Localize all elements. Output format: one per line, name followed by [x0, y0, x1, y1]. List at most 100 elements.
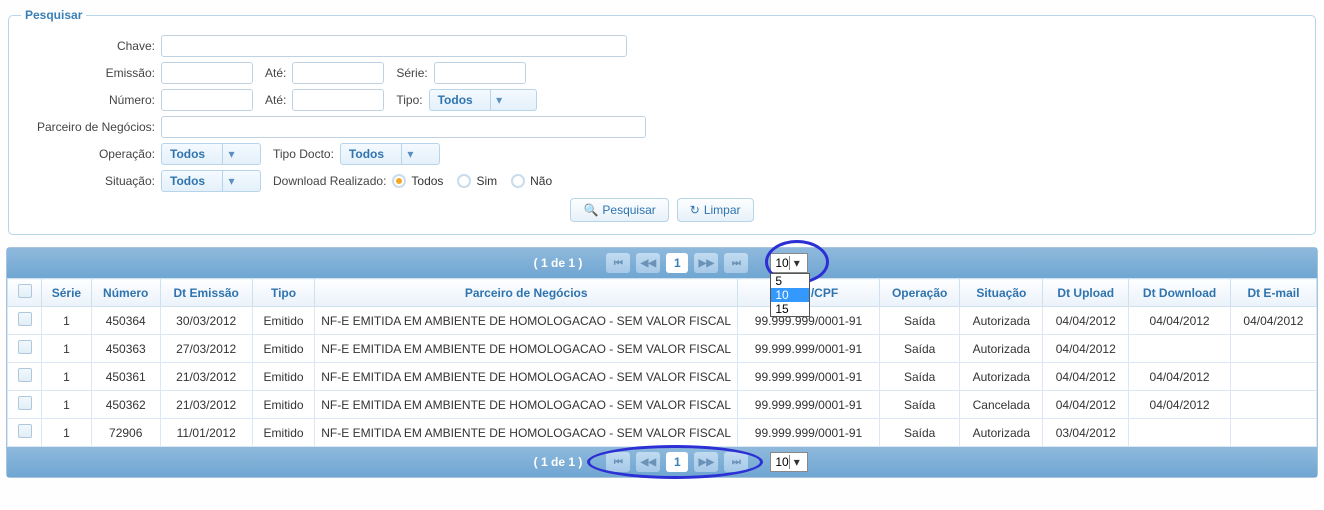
- pesquisar-button[interactable]: 🔍Pesquisar: [570, 198, 668, 222]
- current-page: 1: [666, 253, 688, 273]
- current-page: 1: [666, 452, 688, 472]
- chave-input[interactable]: [161, 35, 627, 57]
- cell-dt-download: [1129, 335, 1231, 363]
- radio-icon: [392, 174, 406, 188]
- col-situacao[interactable]: Situação: [960, 279, 1043, 307]
- cell-situacao: Autorizada: [960, 307, 1043, 335]
- label-download: Download Realizado:: [261, 174, 392, 188]
- table-row[interactable]: 145036121/03/2012EmitidoNF-E EMITIDA EM …: [8, 363, 1317, 391]
- row-checkbox[interactable]: [18, 312, 32, 326]
- label-numero: Número:: [21, 93, 161, 107]
- prev-page-button[interactable]: ◀◀: [636, 253, 660, 273]
- first-page-button[interactable]: ⏮: [606, 253, 630, 273]
- cell-dt-email: 04/04/2012: [1230, 307, 1316, 335]
- cell-numero: 450363: [91, 335, 160, 363]
- cell-situacao: Cancelada: [960, 391, 1043, 419]
- col-parceiro[interactable]: Parceiro de Negócios: [315, 279, 738, 307]
- next-page-button[interactable]: ▶▶: [694, 253, 718, 273]
- next-page-button[interactable]: ▶▶: [694, 452, 718, 472]
- first-page-button[interactable]: ⏮: [606, 452, 630, 472]
- rpp-option[interactable]: 15: [771, 302, 809, 316]
- cell-numero: 450364: [91, 307, 160, 335]
- table-row[interactable]: 17290611/01/2012EmitidoNF-E EMITIDA EM A…: [8, 419, 1317, 447]
- col-serie[interactable]: Série: [42, 279, 92, 307]
- operacao-select-value: Todos: [162, 147, 222, 161]
- radio-todos[interactable]: Todos: [392, 174, 443, 188]
- limpar-button[interactable]: ↻Limpar: [677, 198, 754, 222]
- label-situacao: Situação:: [21, 174, 161, 188]
- cell-dt-emissao: 21/03/2012: [160, 363, 252, 391]
- cell-serie: 1: [42, 307, 92, 335]
- parceiro-input[interactable]: [161, 116, 646, 138]
- emissao-ate-input[interactable]: [292, 62, 384, 84]
- numero-de-input[interactable]: [161, 89, 253, 111]
- operacao-select[interactable]: Todos ▾: [161, 143, 261, 165]
- row-checkbox[interactable]: [18, 396, 32, 410]
- rpp-option[interactable]: 10: [771, 288, 809, 302]
- tipo-select[interactable]: Todos ▾: [429, 89, 537, 111]
- chevron-down-icon[interactable]: ▾: [222, 171, 240, 191]
- cell-cnpj: 99.999.999/0001-91: [738, 335, 880, 363]
- search-icon: 🔍: [583, 203, 598, 217]
- search-fieldset: Pesquisar Chave: Emissão: Até: Série: Nú…: [8, 8, 1316, 235]
- radio-nao[interactable]: Não: [511, 174, 552, 188]
- rpp-option[interactable]: 5: [771, 274, 809, 288]
- rpp-value: 10: [775, 455, 788, 469]
- label-tipo: Tipo:: [384, 93, 428, 107]
- rows-per-page-select-bottom[interactable]: 10 ▾: [770, 452, 808, 472]
- table-row[interactable]: 145036327/03/2012EmitidoNF-E EMITIDA EM …: [8, 335, 1317, 363]
- rows-per-page-select-top[interactable]: 10 ▾ 5 10 15: [770, 253, 808, 273]
- emissao-de-input[interactable]: [161, 62, 253, 84]
- label-emissao: Emissão:: [21, 66, 161, 80]
- cell-dt-upload: 04/04/2012: [1043, 335, 1129, 363]
- cell-numero: 450362: [91, 391, 160, 419]
- cell-dt-email: [1230, 391, 1316, 419]
- rpp-options-list: 5 10 15: [770, 273, 810, 317]
- last-page-button[interactable]: ⏭: [724, 452, 748, 472]
- chevron-down-icon[interactable]: ▾: [789, 455, 804, 469]
- cell-dt-download: [1129, 419, 1231, 447]
- chevron-down-icon[interactable]: ▾: [789, 256, 804, 270]
- cell-dt-emissao: 21/03/2012: [160, 391, 252, 419]
- cell-parceiro: NF-E EMITIDA EM AMBIENTE DE HOMOLOGACAO …: [315, 307, 738, 335]
- cell-tipo: Emitido: [252, 307, 314, 335]
- tipo-docto-select[interactable]: Todos ▾: [340, 143, 440, 165]
- cell-serie: 1: [42, 363, 92, 391]
- cell-operacao: Saída: [879, 419, 959, 447]
- numero-ate-input[interactable]: [292, 89, 384, 111]
- col-tipo[interactable]: Tipo: [252, 279, 314, 307]
- row-checkbox[interactable]: [18, 368, 32, 382]
- chevron-down-icon[interactable]: ▾: [401, 144, 419, 164]
- cell-parceiro: NF-E EMITIDA EM AMBIENTE DE HOMOLOGACAO …: [315, 335, 738, 363]
- serie-input[interactable]: [434, 62, 526, 84]
- cell-cnpj: 99.999.999/0001-91: [738, 391, 880, 419]
- pager-top: ( 1 de 1 ) ⏮ ◀◀ 1 ▶▶ ⏭ 10 ▾ 5 10 15: [7, 248, 1317, 278]
- table-row[interactable]: 145036221/03/2012EmitidoNF-E EMITIDA EM …: [8, 391, 1317, 419]
- col-dt-upload[interactable]: Dt Upload: [1043, 279, 1129, 307]
- cell-serie: 1: [42, 391, 92, 419]
- col-operacao[interactable]: Operação: [879, 279, 959, 307]
- cell-dt-download: 04/04/2012: [1129, 307, 1231, 335]
- cell-operacao: Saída: [879, 335, 959, 363]
- chevron-down-icon[interactable]: ▾: [222, 144, 240, 164]
- col-numero[interactable]: Número: [91, 279, 160, 307]
- select-all-checkbox[interactable]: [18, 284, 32, 298]
- row-checkbox[interactable]: [18, 424, 32, 438]
- cell-cnpj: 99.999.999/0001-91: [738, 419, 880, 447]
- cell-dt-emissao: 11/01/2012: [160, 419, 252, 447]
- table-row[interactable]: 145036430/03/2012EmitidoNF-E EMITIDA EM …: [8, 307, 1317, 335]
- radio-sim[interactable]: Sim: [457, 174, 497, 188]
- row-checkbox[interactable]: [18, 340, 32, 354]
- last-page-button[interactable]: ⏭: [724, 253, 748, 273]
- cell-situacao: Autorizada: [960, 335, 1043, 363]
- cell-dt-emissao: 27/03/2012: [160, 335, 252, 363]
- col-dt-download[interactable]: Dt Download: [1129, 279, 1231, 307]
- chevron-down-icon[interactable]: ▾: [490, 90, 508, 110]
- col-dt-email[interactable]: Dt E-mail: [1230, 279, 1316, 307]
- prev-page-button[interactable]: ◀◀: [636, 452, 660, 472]
- tipo-docto-value: Todos: [341, 147, 401, 161]
- label-tipo-docto: Tipo Docto:: [261, 147, 340, 161]
- cell-dt-upload: 03/04/2012: [1043, 419, 1129, 447]
- situacao-select[interactable]: Todos ▾: [161, 170, 261, 192]
- col-dt-emissao[interactable]: Dt Emissão: [160, 279, 252, 307]
